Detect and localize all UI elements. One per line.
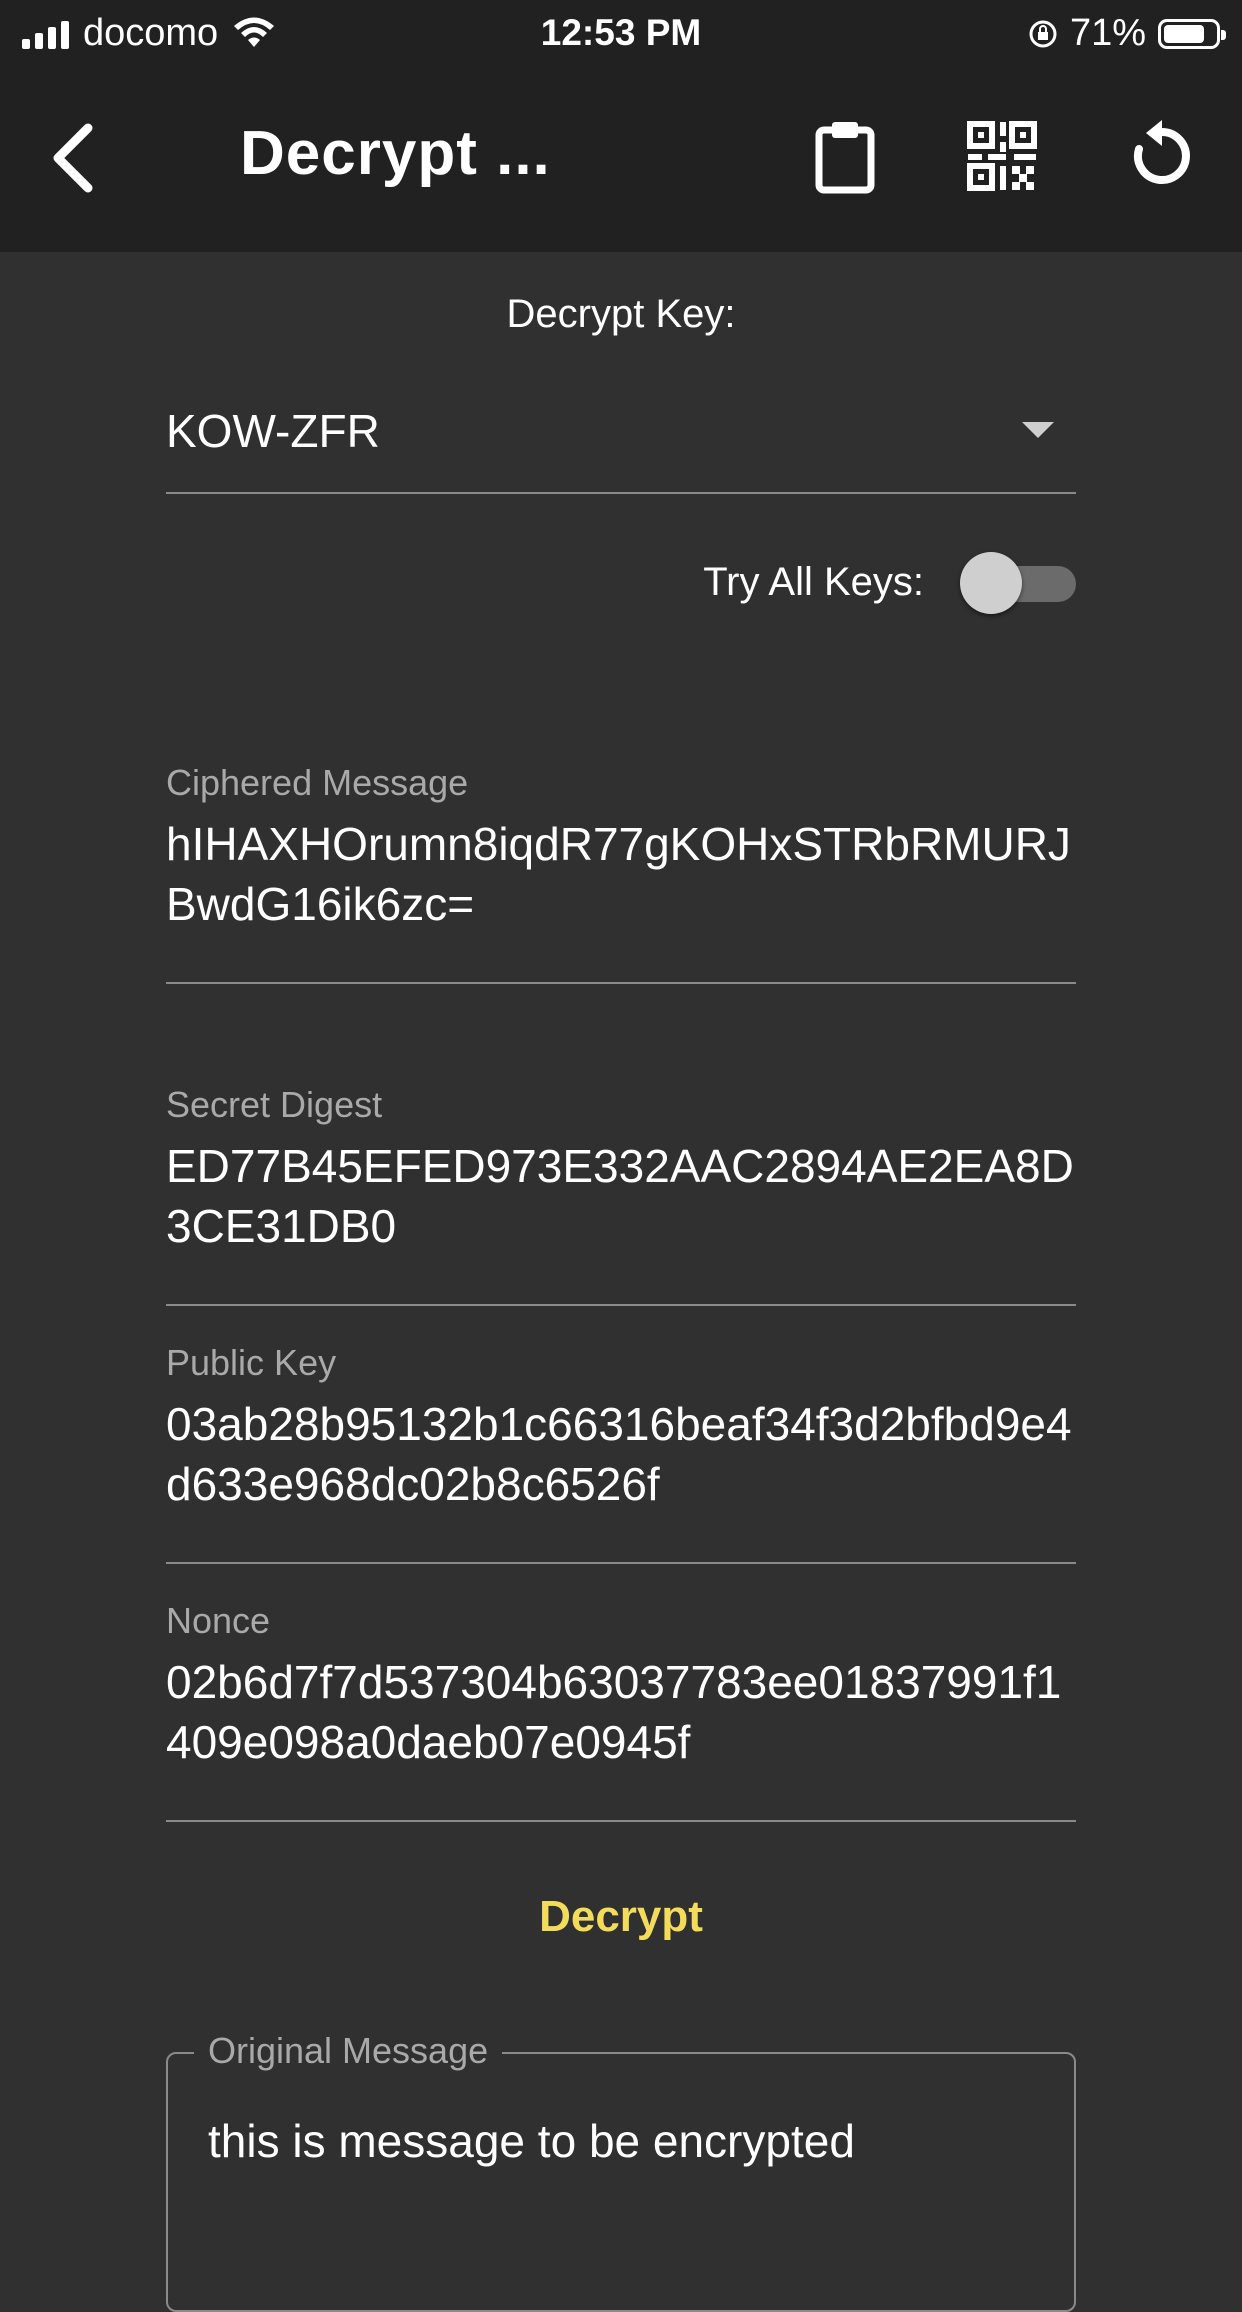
- nonce-field[interactable]: Nonce 02b6d7f7d537304b63037783ee01837991…: [166, 1600, 1076, 1822]
- secret-digest-field[interactable]: Secret Digest ED77B45EFED973E332AAC2894A…: [166, 1084, 1076, 1306]
- clipboard-icon[interactable]: [805, 116, 885, 196]
- nonce-label: Nonce: [166, 1600, 271, 1641]
- secret-digest-label: Secret Digest: [166, 1084, 383, 1125]
- battery-icon: [1158, 18, 1226, 49]
- decrypt-button[interactable]: Decrypt: [0, 1892, 1242, 1942]
- original-message-value: this is message to be encrypted: [208, 2115, 855, 2167]
- app-bar: Decrypt ...: [0, 90, 1242, 230]
- refresh-icon[interactable]: [1122, 116, 1202, 196]
- public-key-label: Public Key: [166, 1342, 337, 1383]
- status-bar: docomo 12:53 PM 71%: [0, 0, 1242, 70]
- public-key-field[interactable]: Public Key 03ab28b95132b1c66316beaf34f3d…: [166, 1342, 1076, 1564]
- qr-code-icon[interactable]: [962, 116, 1042, 196]
- original-message-label: Original Message: [194, 2030, 503, 2072]
- decrypt-key-label: Decrypt Key:: [506, 292, 736, 336]
- decrypt-key-value: KOW-ZFR: [166, 405, 380, 457]
- orientation-lock-icon: [1029, 20, 1057, 47]
- battery-percent: 71%: [1069, 12, 1146, 54]
- decrypt-key-dropdown[interactable]: KOW-ZFR: [166, 372, 1076, 494]
- top-bar: docomo 12:53 PM 71% Decrypt ...: [0, 0, 1242, 252]
- nonce-value: 02b6d7f7d537304b63037783ee01837991f1409e…: [166, 1656, 1062, 1768]
- public-key-value: 03ab28b95132b1c66316beaf34f3d2bfbd9e4d63…: [166, 1398, 1072, 1510]
- ciphered-message-field[interactable]: Ciphered Message hIHAXHOrumn8iqdR77gKOHx…: [166, 762, 1076, 984]
- ciphered-message-label: Ciphered Message: [166, 762, 469, 803]
- dropdown-arrow-icon: [1022, 422, 1054, 438]
- secret-digest-value: ED77B45EFED973E332AAC2894AE2EA8D3CE31DB0: [166, 1140, 1074, 1252]
- try-all-keys-toggle[interactable]: [960, 552, 1076, 614]
- page-title: Decrypt ...: [240, 119, 551, 188]
- try-all-keys-label: Try All Keys:: [703, 559, 924, 604]
- status-right: 71%: [1028, 12, 1226, 55]
- original-message-field[interactable]: Original Message this is message to be e…: [166, 2030, 1076, 2312]
- try-all-keys-row: Try All Keys:: [703, 552, 1076, 614]
- back-arrow-icon[interactable]: [40, 118, 110, 198]
- ciphered-message-value: hIHAXHOrumn8iqdR77gKOHxSTRbRMURJBwdG16ik…: [166, 818, 1071, 930]
